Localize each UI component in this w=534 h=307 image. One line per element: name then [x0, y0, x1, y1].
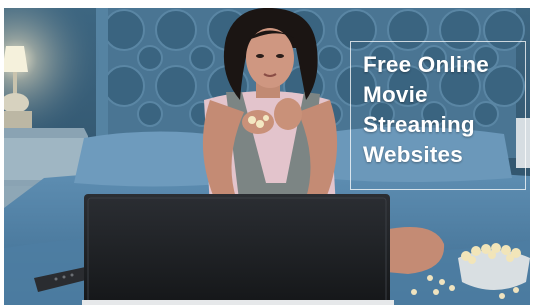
hero-image-frame: Free Online Movie Streaming Websites	[4, 8, 530, 305]
laptop	[82, 194, 394, 305]
title-line-1: Free Online	[363, 52, 489, 77]
title-line-3: Streaming	[363, 112, 475, 137]
title-line-4: Websites	[363, 142, 463, 167]
title-overlay-box: Free Online Movie Streaming Websites	[350, 41, 526, 190]
title-line-2: Movie	[363, 82, 428, 107]
overlay-title: Free Online Movie Streaming Websites	[363, 50, 523, 170]
